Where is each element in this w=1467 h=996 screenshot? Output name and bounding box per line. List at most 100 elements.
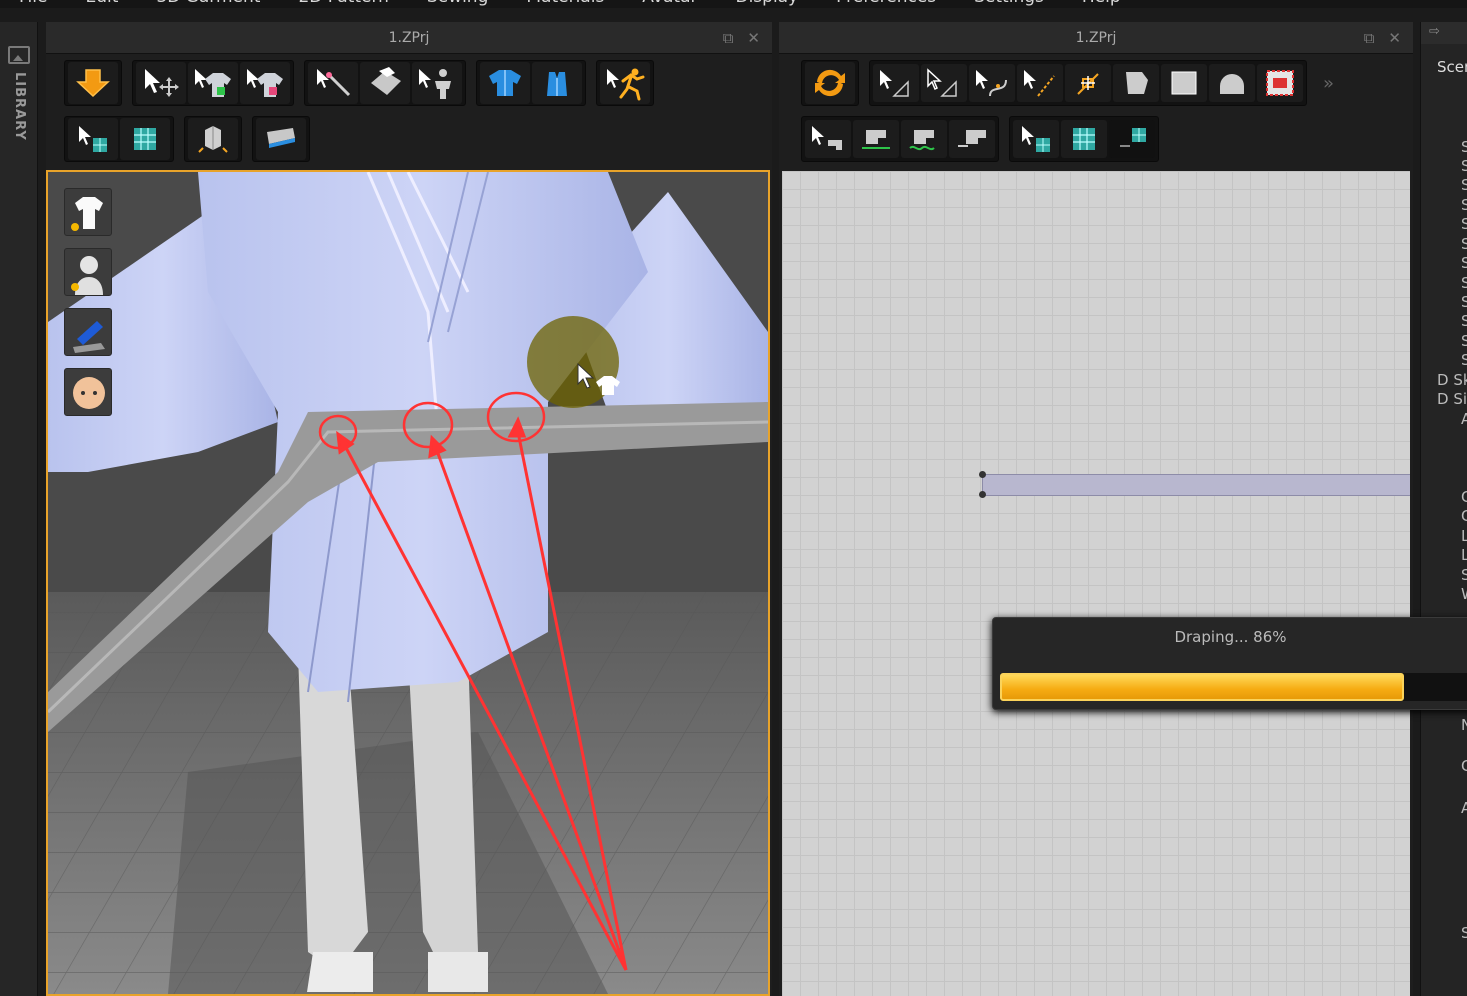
scene-list-item[interactable]: Li	[1461, 527, 1467, 545]
internal-shape-icon[interactable]	[1257, 64, 1303, 102]
menu-display[interactable]: Display	[716, 0, 817, 8]
circle-icon[interactable]	[1209, 64, 1255, 102]
transform-pattern-icon[interactable]	[873, 64, 919, 102]
scene-list-item[interactable]: C	[1461, 757, 1467, 775]
pattern-piece[interactable]	[982, 474, 1410, 496]
garment-display-icon[interactable]	[64, 188, 112, 236]
scene-list-item[interactable]: N	[1461, 716, 1467, 734]
close-icon[interactable]: ✕	[1388, 22, 1401, 54]
toolbar-group	[596, 60, 654, 106]
2d-pattern-canvas[interactable]	[782, 171, 1410, 996]
scene-list-item[interactable]: S	[1461, 138, 1467, 156]
scene-list-item[interactable]: S	[1461, 351, 1467, 369]
menu-help[interactable]: Help	[1063, 0, 1140, 8]
scene-list-item[interactable]: S	[1461, 196, 1467, 214]
avatar-head-icon[interactable]	[64, 368, 112, 416]
toolbar-group	[64, 60, 122, 106]
scene-list-item[interactable]: S	[1461, 312, 1467, 330]
library-label: LIBRARY	[12, 72, 27, 141]
select-move-icon[interactable]	[136, 62, 186, 104]
sync-refresh-icon[interactable]	[805, 62, 855, 104]
3d-viewport[interactable]	[46, 170, 770, 996]
menu-edit[interactable]: Edit	[66, 0, 137, 8]
scene-list-item[interactable]: S	[1461, 157, 1467, 175]
toolbar-group	[64, 116, 174, 162]
scene-list-item[interactable]: C	[1461, 488, 1467, 506]
toolbar-2d-row2	[801, 112, 1169, 166]
garment-blue-icon[interactable]	[480, 62, 530, 104]
progress-bar	[1000, 673, 1467, 701]
scene-list-item[interactable]: A	[1461, 410, 1467, 428]
scene-list-item[interactable]: S	[1461, 566, 1467, 584]
edit-curvature-icon[interactable]	[969, 64, 1015, 102]
download-arrow-icon[interactable]	[68, 62, 118, 104]
segment-sewing-icon[interactable]	[805, 120, 851, 158]
menu-preferences[interactable]: Preferences	[817, 0, 955, 8]
menu-settings[interactable]: Settings	[955, 0, 1063, 8]
library-sidebar[interactable]: LIBRARY	[0, 22, 38, 996]
toolbar-group	[801, 60, 859, 106]
simulation-run-icon[interactable]	[600, 62, 650, 104]
pattern-vertex[interactable]	[979, 491, 986, 498]
free-sewing-icon[interactable]	[901, 120, 947, 158]
menu-2d-pattern[interactable]: 2D Pattern	[279, 0, 407, 8]
texture-checker-icon[interactable]	[120, 118, 170, 160]
toolbar-2d-row1: »	[801, 56, 1334, 110]
edit-pattern-icon[interactable]	[921, 64, 967, 102]
edit-sewing-icon[interactable]	[949, 120, 995, 158]
arrangement-icon[interactable]	[188, 118, 238, 160]
pattern-vertex[interactable]	[979, 471, 986, 478]
close-icon[interactable]: ✕	[747, 22, 760, 54]
scene-list-item[interactable]: S	[1461, 235, 1467, 253]
2d-pattern-panel: 1.ZPrj ⧉ ✕ »	[779, 22, 1413, 996]
scene-list-item[interactable]: S	[1461, 215, 1467, 233]
menu-sewing[interactable]: Sewing	[408, 0, 507, 8]
toolbar-group	[184, 116, 242, 162]
menu-avatar[interactable]: Avatar	[623, 0, 716, 8]
measure-tape-icon[interactable]	[256, 118, 306, 160]
add-point-icon[interactable]	[1065, 64, 1111, 102]
texture-checker-2d-icon[interactable]	[1061, 120, 1107, 158]
fabric-display-icon[interactable]	[64, 308, 112, 356]
toolbar-group	[1009, 116, 1159, 162]
popout-icon[interactable]: ⧉	[723, 22, 734, 54]
garment-green-icon[interactable]	[188, 62, 238, 104]
select-texture-2d-icon[interactable]	[1013, 120, 1059, 158]
avatar-display-icon[interactable]	[64, 248, 112, 296]
menu-3d-garment[interactable]: 3D Garment	[137, 0, 279, 8]
polygon-icon[interactable]	[1113, 64, 1159, 102]
expand-arrow-icon[interactable]: ⇨	[1429, 24, 1440, 39]
scene-list-item[interactable]: S	[1461, 254, 1467, 272]
fold-tool-icon[interactable]	[360, 62, 410, 104]
scene-tab[interactable]: Scen	[1437, 58, 1467, 76]
garment-pink-icon[interactable]	[240, 62, 290, 104]
scene-list-item[interactable]: S	[1461, 332, 1467, 350]
rectangle-icon[interactable]	[1161, 64, 1207, 102]
scene-list-item[interactable]: C	[1461, 507, 1467, 525]
texture-edit-icon[interactable]	[1109, 120, 1155, 158]
toolbar-group	[869, 60, 1307, 106]
scene-list-item[interactable]: W	[1461, 585, 1467, 603]
scene-list-item[interactable]: Li	[1461, 546, 1467, 564]
scene-list-item[interactable]: D Sir	[1437, 390, 1467, 408]
select-texture-icon[interactable]	[68, 118, 118, 160]
sewing-line-icon[interactable]	[853, 120, 899, 158]
scene-list-item[interactable]: D Sk	[1437, 371, 1467, 389]
popout-icon[interactable]: ⧉	[1364, 22, 1375, 54]
scene-list-item[interactable]: A	[1461, 799, 1467, 817]
vest-blue-icon[interactable]	[532, 62, 582, 104]
scene-list-item[interactable]: S	[1461, 924, 1467, 942]
object-browser-panel: ⇨ Scen SSSSSSSSSSSSD SkD SirACCLiLiSWNCA…	[1420, 22, 1467, 996]
avatar-pose-icon[interactable]	[412, 62, 462, 104]
scene-list-item[interactable]: S	[1461, 293, 1467, 311]
scene-list-item[interactable]: S	[1461, 176, 1467, 194]
menu-materials[interactable]: Materials	[507, 0, 623, 8]
toolbar-3d-row1	[64, 56, 664, 110]
more-chevron-icon[interactable]: »	[1323, 73, 1334, 94]
menu-file[interactable]: File	[0, 0, 66, 8]
panel-3d-title-bar: 1.ZPrj ⧉ ✕	[46, 22, 772, 54]
pin-tool-icon[interactable]	[308, 62, 358, 104]
edit-curve-point-icon[interactable]	[1017, 64, 1063, 102]
scene-list-item[interactable]: S	[1461, 274, 1467, 292]
toolbar-group	[304, 60, 466, 106]
